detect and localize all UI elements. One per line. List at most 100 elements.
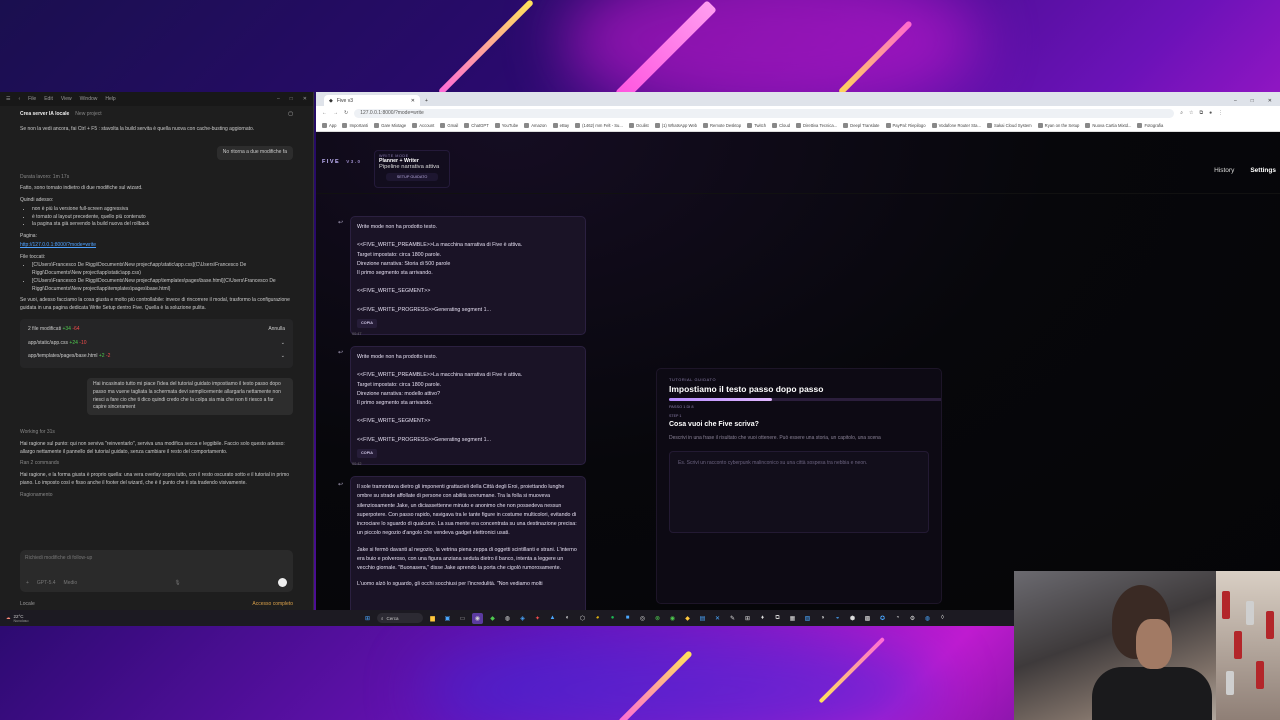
app-icon[interactable]: ◉ — [667, 613, 678, 624]
app-icon[interactable]: ⧉ — [772, 613, 783, 624]
back-icon[interactable]: ‹ — [18, 96, 20, 102]
weather-widget[interactable]: ☁ 22°C Nuvoloso — [6, 614, 28, 623]
reply-icon[interactable]: ↩ — [338, 481, 343, 488]
forward-icon[interactable]: → — [333, 110, 338, 116]
xbox-icon[interactable]: ⊗ — [652, 613, 663, 624]
profile-icon[interactable]: ● — [1209, 110, 1212, 116]
app-icon[interactable]: ◐ — [562, 613, 573, 624]
bookmark-item[interactable]: App — [322, 123, 336, 128]
changed-file-row[interactable]: app/templates/pages/base.html +2 -2 ⌄ — [24, 350, 289, 364]
bookmark-item[interactable]: Remote Desktop — [703, 123, 741, 128]
app-icon[interactable]: ◒ — [832, 613, 843, 624]
taskbar-search[interactable]: ⌕ Cerca — [377, 613, 423, 623]
app-icon[interactable]: ⬡ — [577, 613, 588, 624]
close-icon[interactable]: ✕ — [1268, 98, 1272, 104]
undo-button[interactable]: Annulla — [268, 326, 285, 334]
reply-icon[interactable]: ↩ — [338, 219, 343, 226]
bookmark-item[interactable]: Cloud — [772, 123, 790, 128]
menu-help[interactable]: Help — [105, 96, 115, 102]
bookmark-item[interactable]: Twitch — [747, 123, 766, 128]
changed-file-row[interactable]: app/static/app.css +24 -10 ⌄ — [24, 337, 289, 351]
back-icon[interactable]: ← — [322, 110, 327, 116]
app-icon[interactable]: ▩ — [862, 613, 873, 624]
bookmark-item[interactable]: Deepl Translate — [843, 123, 880, 128]
menu-edit[interactable]: Edit — [44, 96, 53, 102]
new-tab-icon[interactable]: + — [425, 98, 428, 104]
copy-button[interactable]: COPIA — [357, 318, 378, 328]
app-icon[interactable]: ◔ — [892, 613, 903, 624]
close-icon[interactable]: ✕ — [303, 96, 307, 102]
app-icon[interactable]: ◎ — [637, 613, 648, 624]
app-icon[interactable]: ⚙ — [907, 613, 918, 624]
app-icon[interactable]: ◆ — [682, 613, 693, 624]
access-select[interactable]: Accesso completo — [252, 601, 293, 607]
bookmark-item[interactable]: Fotografia — [1137, 123, 1163, 128]
bookmark-star-icon[interactable]: ☆ — [1189, 110, 1193, 116]
app-icon[interactable]: ◑ — [817, 613, 828, 624]
bookmark-item[interactable]: (1) WhatsApp Web — [654, 123, 697, 128]
nav-history[interactable]: History — [1214, 167, 1234, 174]
app-icon[interactable]: ♦ — [757, 613, 768, 624]
bookmark-item[interactable]: Ryan on the Setup — [1037, 123, 1079, 128]
spotify-icon[interactable]: ● — [607, 613, 618, 624]
menu-view[interactable]: View — [61, 96, 72, 102]
app-icon[interactable]: ▤ — [697, 613, 708, 624]
chrome-icon[interactable]: ◕ — [592, 613, 603, 624]
url-field[interactable]: 127.0.0.1:8000/?mode=write — [354, 108, 1175, 118]
app-icon[interactable]: ▦ — [787, 613, 798, 624]
app-icon[interactable]: ◍ — [502, 613, 513, 624]
model-select[interactable]: GPT-5.4 — [37, 580, 56, 586]
maximize-icon[interactable]: □ — [1251, 98, 1254, 104]
minimize-icon[interactable]: – — [277, 96, 280, 102]
more-icon[interactable]: ⋮ — [1218, 110, 1223, 116]
list-item[interactable]: [C\Users\Francesco De Riggi\Documents\Ne… — [32, 278, 293, 294]
codex-icon[interactable]: ◉ — [472, 612, 483, 624]
reasoning-label[interactable]: Ragionamento — [20, 492, 293, 500]
page-link[interactable]: http://127.0.0.1:8000/?mode=write — [20, 242, 96, 248]
nav-settings[interactable]: Settings — [1250, 167, 1276, 174]
minimize-icon[interactable]: – — [1234, 98, 1237, 104]
maximize-icon[interactable]: □ — [290, 96, 293, 102]
app-icon[interactable]: ⬢ — [847, 613, 858, 624]
bookmark-item[interactable]: Direttiva Tecnica... — [796, 123, 837, 128]
app-icon[interactable]: ◊ — [937, 613, 948, 624]
bookmark-item[interactable]: (1462) mm Felt - Su... — [575, 123, 623, 128]
bookmark-item[interactable]: Gare Mixtage — [374, 123, 406, 128]
copy-button[interactable]: COPIA — [357, 448, 378, 458]
store-icon[interactable]: ▣ — [442, 613, 453, 624]
bookmark-item[interactable]: Sakai Cloud System — [986, 123, 1032, 128]
bookmark-item[interactable]: PayPal: Riepilogo — [885, 123, 926, 128]
app-icon[interactable]: ✕ — [712, 613, 723, 624]
app-icon[interactable]: ✦ — [532, 613, 543, 624]
bookmark-item[interactable]: YouTube — [494, 123, 518, 128]
bookmark-item[interactable]: Importanti — [342, 123, 368, 128]
extensions-icon[interactable]: ⧉ — [1200, 110, 1204, 116]
app-icon[interactable]: ▧ — [802, 613, 813, 624]
app-icon[interactable]: ✎ — [727, 613, 738, 624]
goal-textarea[interactable]: Es. Scrivi un racconto cyberpunk malinco… — [669, 451, 929, 533]
bookmark-item[interactable]: Account — [412, 123, 434, 128]
follow-up-input[interactable]: Richiedi modifiche di follow-up + GPT-5.… — [20, 550, 293, 592]
app-icon[interactable]: ◈ — [517, 613, 528, 624]
add-icon[interactable]: + — [26, 580, 29, 586]
send-button[interactable] — [278, 578, 287, 587]
app-icon[interactable]: ◆ — [487, 613, 498, 624]
app-icon[interactable]: ▲ — [547, 613, 558, 624]
environment-select[interactable]: Locale — [20, 601, 35, 607]
terminal-icon[interactable]: ▭ — [457, 613, 468, 624]
bookmark-item[interactable]: Nuova Cartia Mixtd... — [1085, 123, 1131, 128]
menu-file[interactable]: File — [28, 96, 36, 102]
list-item[interactable]: [C\Users\Francesco De Riggi\Documents\Ne… — [32, 262, 293, 278]
app-icon[interactable]: ■ — [622, 613, 633, 624]
reload-icon[interactable]: ↻ — [344, 110, 348, 116]
commands-ran[interactable]: Ran 2 commands — [20, 460, 293, 468]
menu-window[interactable]: Window — [80, 96, 98, 102]
guided-setup-button[interactable]: SETUP GUIDATO — [386, 173, 438, 181]
reply-icon[interactable]: ↩ — [338, 349, 343, 356]
effort-select[interactable]: Medio — [64, 580, 78, 586]
start-icon[interactable]: ⊞ — [362, 613, 373, 624]
browser-tab[interactable]: ◆ Five v3 ✕ — [324, 95, 420, 106]
bookmark-item[interactable]: Gmail — [440, 123, 458, 128]
app-icon[interactable]: ⊞ — [742, 613, 753, 624]
bookmark-item[interactable]: eBay — [552, 123, 569, 128]
